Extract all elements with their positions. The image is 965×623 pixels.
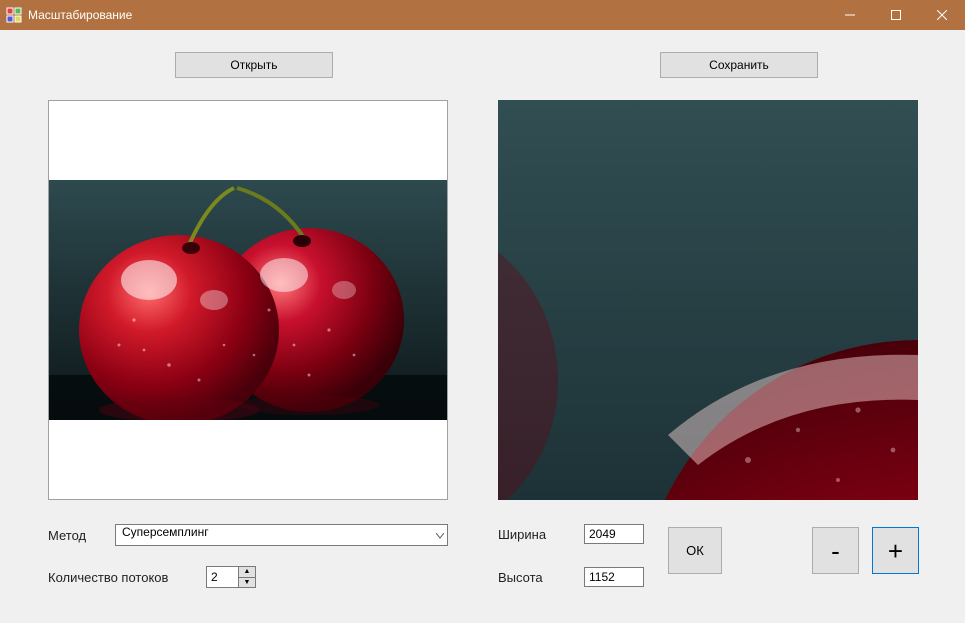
window-title: Масштабирование (28, 8, 132, 22)
result-image-box (498, 100, 918, 500)
chevron-down-icon (436, 528, 444, 542)
source-image-box (48, 100, 448, 500)
app-icon (6, 7, 22, 23)
threads-spin-down[interactable]: ▼ (238, 577, 256, 589)
threads-spin-up[interactable]: ▲ (238, 566, 256, 577)
open-button[interactable]: Открыть (175, 52, 333, 78)
ok-button[interactable]: ОК (668, 527, 722, 574)
zoom-out-button[interactable]: - (812, 527, 859, 574)
source-image (49, 180, 447, 420)
zoom-in-button[interactable]: + (872, 527, 919, 574)
close-button[interactable] (919, 0, 965, 30)
width-label: Ширина (498, 527, 546, 542)
result-image (498, 100, 918, 500)
client-area: Открыть Сохранить (0, 30, 965, 623)
title-bar: Масштабирование (0, 0, 965, 30)
threads-input[interactable] (206, 566, 238, 588)
threads-spinner: ▲ ▼ (206, 566, 256, 588)
maximize-button[interactable] (873, 0, 919, 30)
width-input[interactable] (584, 524, 644, 544)
method-label: Метод (48, 528, 86, 543)
method-combo-value: Суперсемплинг (122, 525, 209, 539)
height-input[interactable] (584, 567, 644, 587)
method-combo[interactable]: Суперсемплинг (115, 524, 448, 546)
height-label: Высота (498, 570, 543, 585)
save-button[interactable]: Сохранить (660, 52, 818, 78)
minimize-button[interactable] (827, 0, 873, 30)
threads-label: Количество потоков (48, 570, 198, 585)
